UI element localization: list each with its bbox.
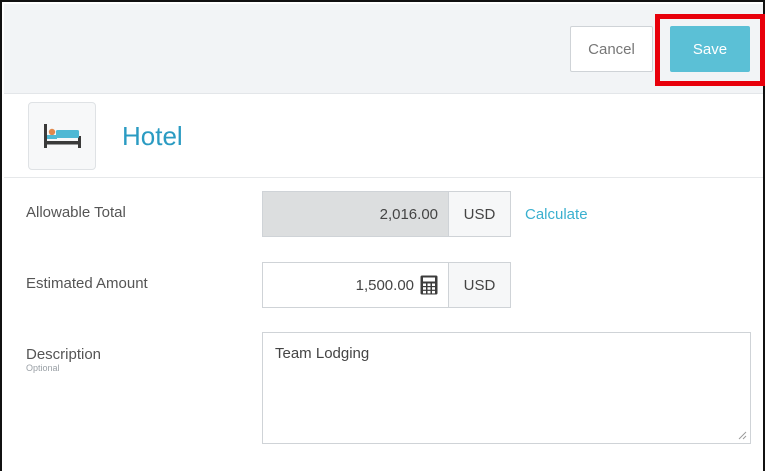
hotel-bed-icon [28, 102, 96, 170]
cancel-button[interactable]: Cancel [570, 26, 653, 72]
estimated-amount-label: Estimated Amount [26, 275, 148, 292]
allowable-total-field: 2,016.00 [262, 191, 449, 237]
calculator-icon[interactable] [420, 275, 438, 295]
page-title: Hotel [122, 121, 183, 151]
description-optional-label: Optional [26, 363, 60, 373]
expense-dialog: Cancel Save Hotel Allowable Total 2,016.… [0, 0, 765, 471]
description-label: Description [26, 346, 102, 363]
description-textarea[interactable]: Team Lodging [262, 332, 751, 444]
estimated-amount-currency: USD [448, 262, 511, 308]
allowable-total-value: 2,016.00 [379, 205, 438, 223]
save-button[interactable]: Save [670, 26, 750, 72]
resize-handle-icon[interactable] [737, 430, 747, 440]
allowable-total-currency: USD [448, 191, 511, 237]
allowable-total-label: Allowable Total [26, 204, 126, 221]
expense-header: Hotel [4, 94, 763, 178]
estimated-amount-value: 1,500.00 [355, 276, 414, 294]
description-value: Team Lodging [275, 345, 370, 362]
calculate-link[interactable]: Calculate [525, 206, 588, 223]
estimated-amount-input[interactable]: 1,500.00 [262, 262, 449, 308]
